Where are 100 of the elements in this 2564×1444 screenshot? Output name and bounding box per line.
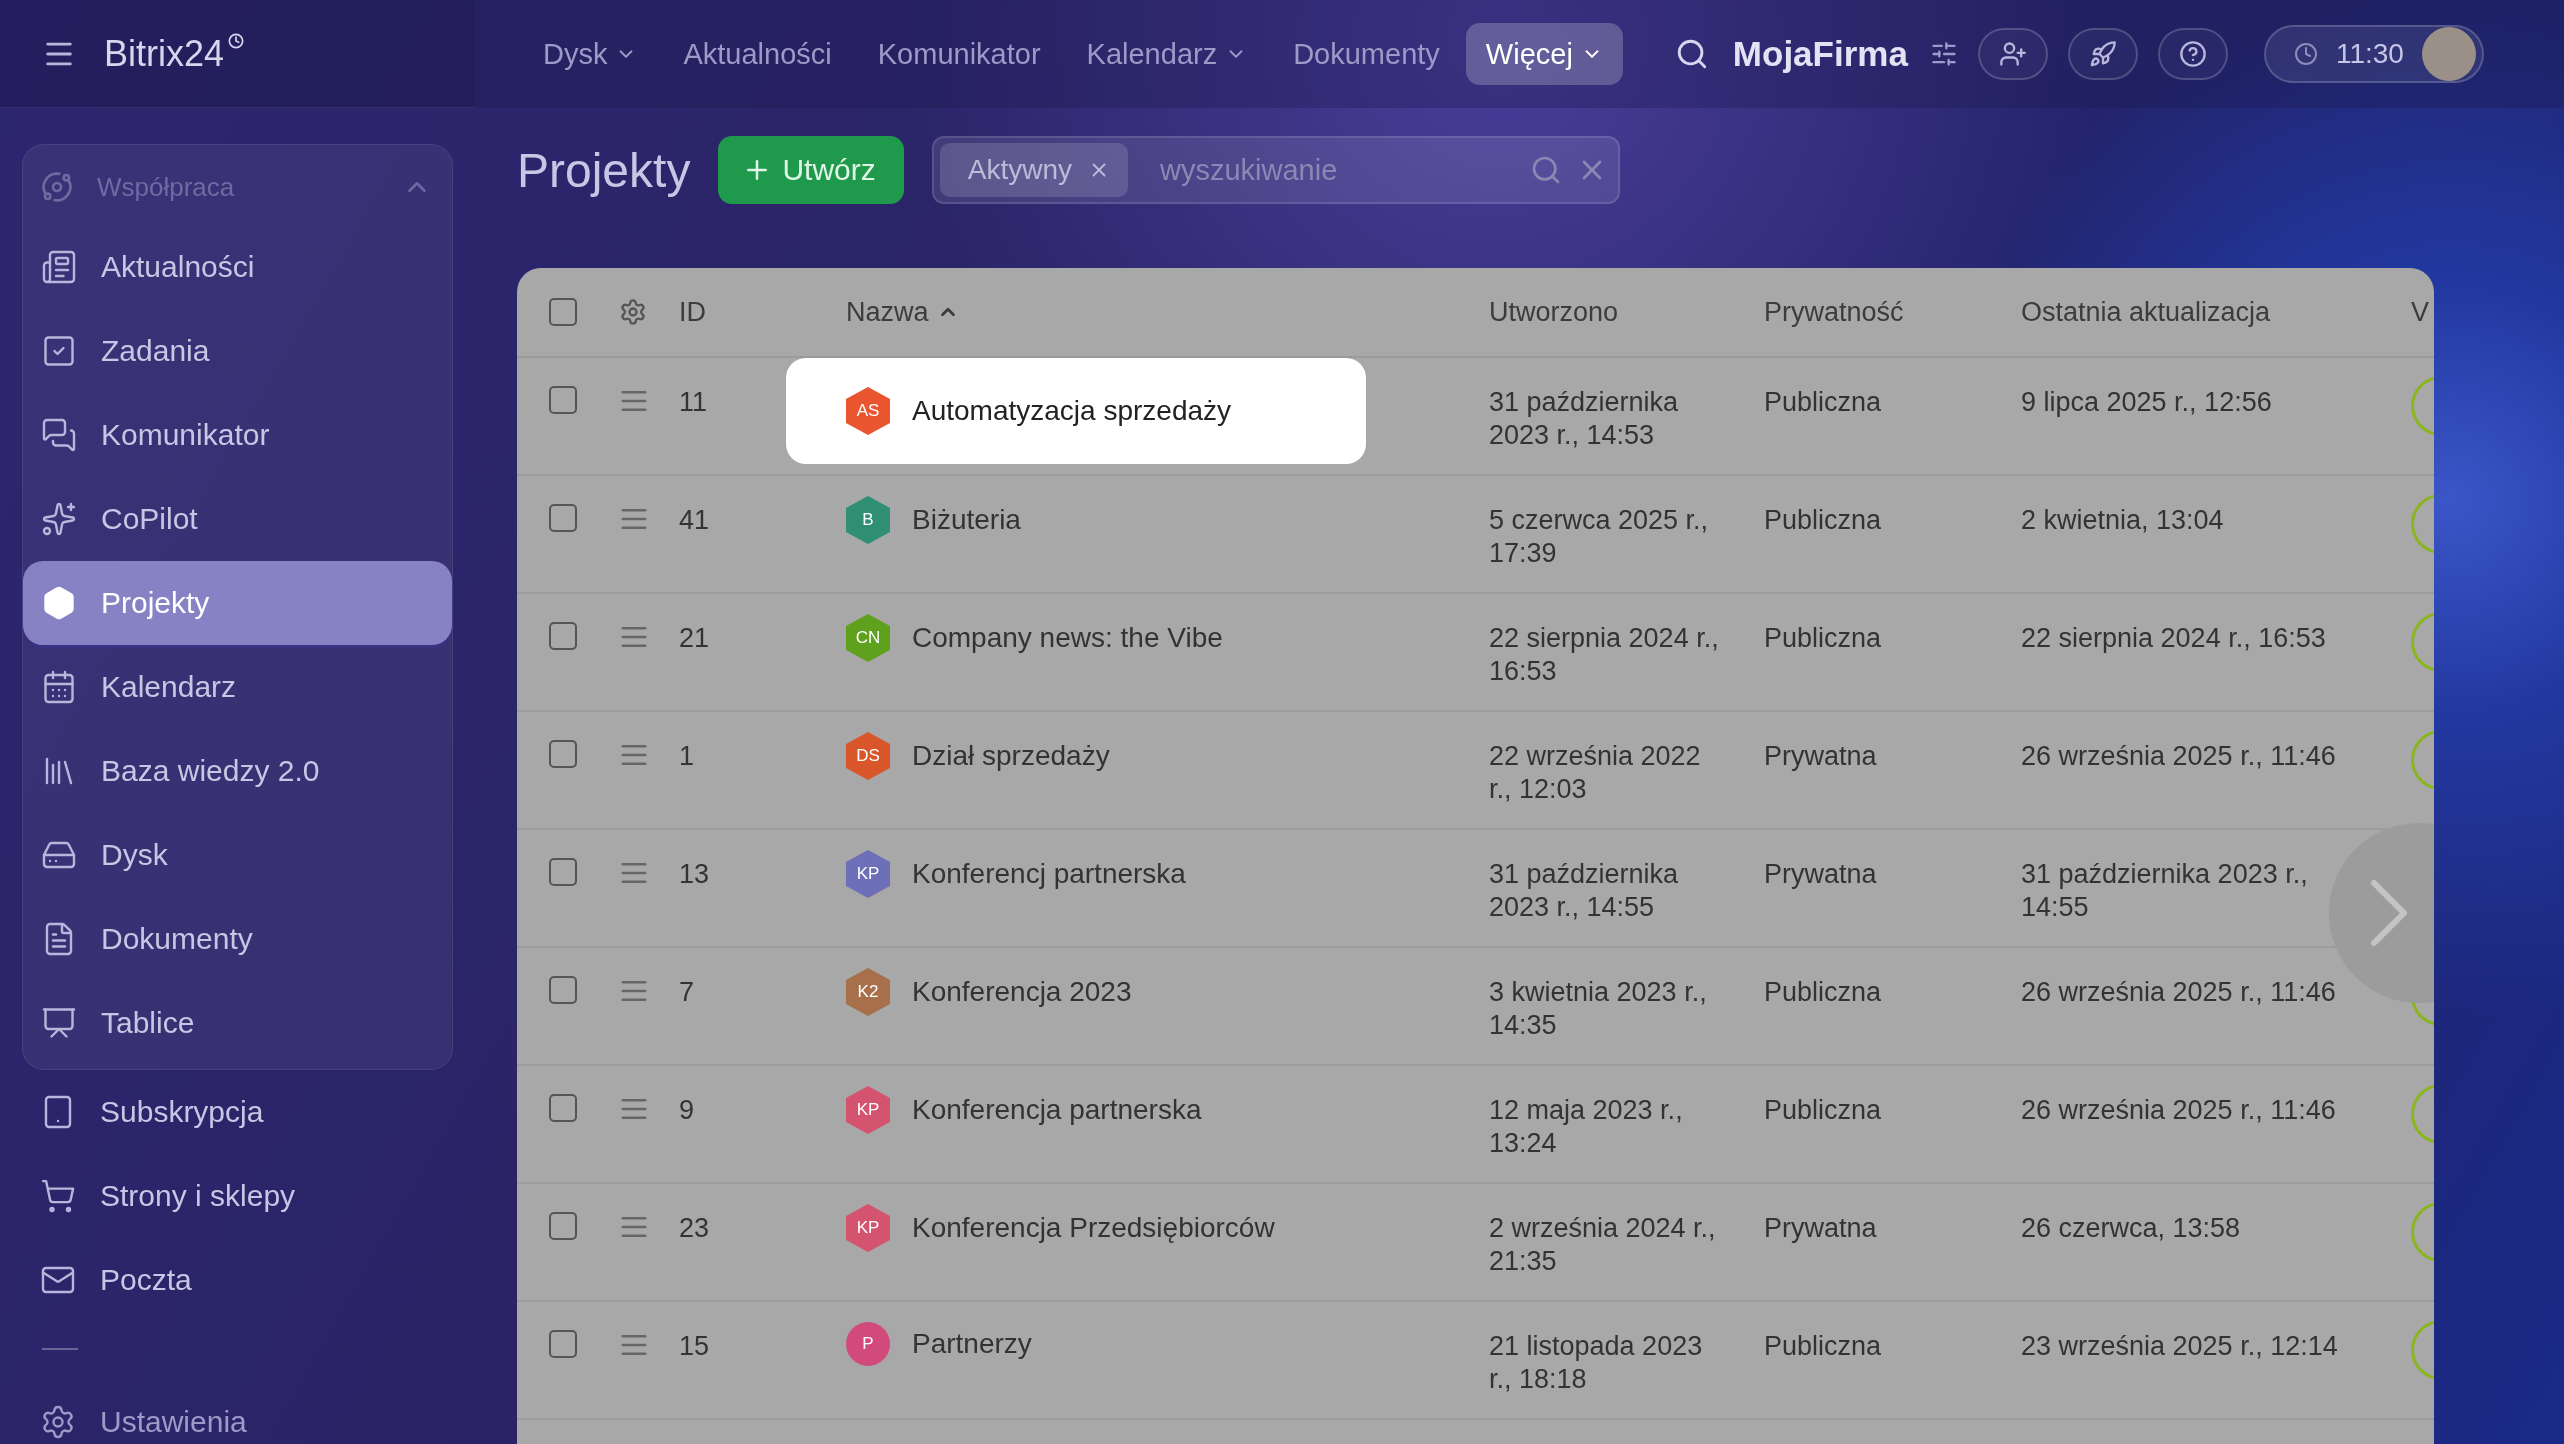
project-name-link[interactable]: Konferencj partnerska (912, 858, 1186, 890)
project-avatar: DS (846, 732, 890, 780)
row-checkbox[interactable] (549, 386, 577, 414)
settings-item[interactable]: Ustawienia (22, 1380, 453, 1444)
privacy-cell-text: Publiczna (1764, 622, 1883, 655)
project-name-link[interactable]: Biżuteria (912, 504, 1021, 536)
hexagon-icon (41, 585, 77, 621)
project-name-link[interactable]: Dział sprzedaży (912, 740, 1110, 772)
row-checkbox[interactable] (549, 740, 577, 768)
created-cell-text: 3 kwietnia 2023 r., 14:35 (1489, 976, 1708, 1042)
nav-menu-item[interactable]: Dokumenty (1273, 23, 1460, 85)
select-all-checkbox[interactable] (549, 298, 577, 326)
sidebar-item[interactable]: Aktualności (23, 225, 452, 309)
sparkle-icon (41, 501, 77, 537)
time-button[interactable]: 11:30 (2263, 25, 2484, 83)
chat-bubbles-icon (41, 417, 77, 453)
sidebar-item[interactable]: Dokumenty (23, 897, 452, 981)
search-field[interactable]: Aktywny wyszukiwanie (931, 136, 1620, 204)
created-cell-text: 22 września 2022 r., 12:03 (1489, 740, 1702, 806)
project-name-link[interactable]: Konferencja Przedsiębiorców (912, 1212, 1275, 1244)
id-cell-text: 21 (679, 622, 711, 655)
privacy-cell-text: Publiczna (1764, 504, 1883, 537)
help-button[interactable] (2157, 28, 2228, 80)
row-checkbox[interactable] (549, 976, 577, 1004)
sidebar-item[interactable]: Poczta (22, 1238, 453, 1322)
updated-cell-text: 9 lipca 2025 r., 12:56 (2021, 386, 2273, 419)
created-cell-text: 31 października 2023 r., 14:53 (1489, 386, 1680, 452)
help-icon (2178, 40, 2207, 68)
project-avatar: P (846, 1322, 890, 1366)
user-plus-icon (1998, 40, 2027, 68)
row-checkbox[interactable] (549, 504, 577, 532)
id-cell-text: 1 (679, 740, 696, 773)
column-header[interactable]: ID (679, 296, 846, 328)
column-header[interactable]: Nazwa (846, 296, 1489, 328)
created-cell-text: 12 maja 2023 r., 13:24 (1489, 1094, 1684, 1160)
nav-menu-item[interactable]: Więcej (1465, 23, 1623, 85)
column-header[interactable]: V (2411, 296, 2434, 328)
created-cell-text: 2 września 2024 r., 21:35 (1489, 1212, 1717, 1278)
project-name-link[interactable]: Automatyzacja sprzedaży (912, 395, 1232, 427)
sliders-icon[interactable] (1929, 40, 1958, 68)
row-checkbox[interactable] (549, 1094, 577, 1122)
logo[interactable]: Bitrix24 (104, 32, 245, 75)
sidebar-item[interactable]: Tablice (23, 981, 452, 1065)
rocket-button[interactable] (2067, 28, 2138, 80)
sidebar-item[interactable]: Subskrypcja (22, 1070, 453, 1154)
privacy-cell-text: Prywatna (1764, 740, 1878, 773)
create-button[interactable]: Utwórz (718, 136, 904, 204)
nav-menu-item[interactable]: Dysk (523, 23, 658, 85)
row-checkbox[interactable] (549, 1330, 577, 1358)
row-checkbox[interactable] (549, 1212, 577, 1240)
id-cell-text: 9 (679, 1094, 696, 1127)
project-name-link[interactable]: Company news: the Vibe (912, 622, 1223, 654)
sidebar-item[interactable]: Komunikator (23, 393, 452, 477)
sidebar-item[interactable]: Zadania (23, 309, 452, 393)
orbit-icon (41, 171, 73, 203)
column-header[interactable]: Prywatność (1764, 296, 2021, 328)
created-cell-text: 31 października 2023 r., 14:55 (1489, 858, 1680, 924)
project-avatar: AS (846, 387, 890, 435)
newspaper-icon (41, 249, 77, 285)
id-cell-text: 13 (679, 858, 711, 891)
id-cell-text: 41 (679, 504, 711, 537)
project-avatar: KP (846, 1204, 890, 1252)
project-avatar: CN (846, 614, 890, 662)
row-checkbox[interactable] (549, 858, 577, 886)
privacy-cell-text: Prywatna (1764, 858, 1878, 891)
sidebar-item[interactable]: Baza wiedzy 2.0 (23, 729, 452, 813)
id-cell-text: 15 (679, 1330, 711, 1363)
created-cell-text: 5 czerwca 2025 r., 17:39 (1489, 504, 1710, 570)
calendar-icon (41, 669, 77, 705)
project-name-link[interactable]: Konferencja partnerska (912, 1094, 1202, 1126)
sidebar-item[interactable]: Projekty (23, 561, 452, 645)
privacy-cell-text: Prywatna (1764, 1212, 1878, 1245)
project-name-link[interactable]: Konferencja 2023 (912, 976, 1132, 1008)
column-header[interactable]: Ostatnia aktualizacja (2021, 296, 2411, 328)
project-avatar: KP (846, 850, 890, 898)
project-name-link[interactable]: Partnerzy (912, 1328, 1032, 1360)
presentation-board-icon (41, 1005, 77, 1041)
privacy-cell-text: Publiczna (1764, 1330, 1883, 1363)
column-header[interactable]: Utworzono (1489, 296, 1764, 328)
sidebar-item[interactable]: CoPilot (23, 477, 452, 561)
sidebar-item[interactable]: Dysk (23, 813, 452, 897)
invite-user-button[interactable] (1977, 28, 2048, 80)
id-cell-text: 7 (679, 976, 696, 1009)
filter-chip[interactable]: Aktywny (939, 143, 1128, 197)
nav-menu-item[interactable]: Kalendarz (1066, 23, 1268, 85)
created-cell-text: 21 listopada 2023 r., 18:18 (1489, 1330, 1704, 1396)
settings-icon (40, 1404, 76, 1440)
clock-icon (228, 32, 245, 49)
nav-menu-item[interactable]: Komunikator (857, 23, 1061, 85)
project-avatar: B (846, 496, 890, 544)
user-avatar[interactable] (2421, 27, 2476, 81)
sidebar-item[interactable]: Kalendarz (23, 645, 452, 729)
nav-menu-item[interactable]: Aktualności (663, 23, 852, 85)
row-checkbox[interactable] (549, 622, 577, 650)
settings-icon[interactable] (619, 298, 647, 326)
sidebar-item[interactable]: Strony i sklepy (22, 1154, 453, 1238)
id-cell-text: 11 (679, 386, 709, 419)
cart-icon (40, 1178, 76, 1214)
updated-cell-text: 23 września 2025 r., 12:14 (2021, 1330, 2339, 1363)
company-name[interactable]: MojaFirma (1732, 34, 1908, 74)
